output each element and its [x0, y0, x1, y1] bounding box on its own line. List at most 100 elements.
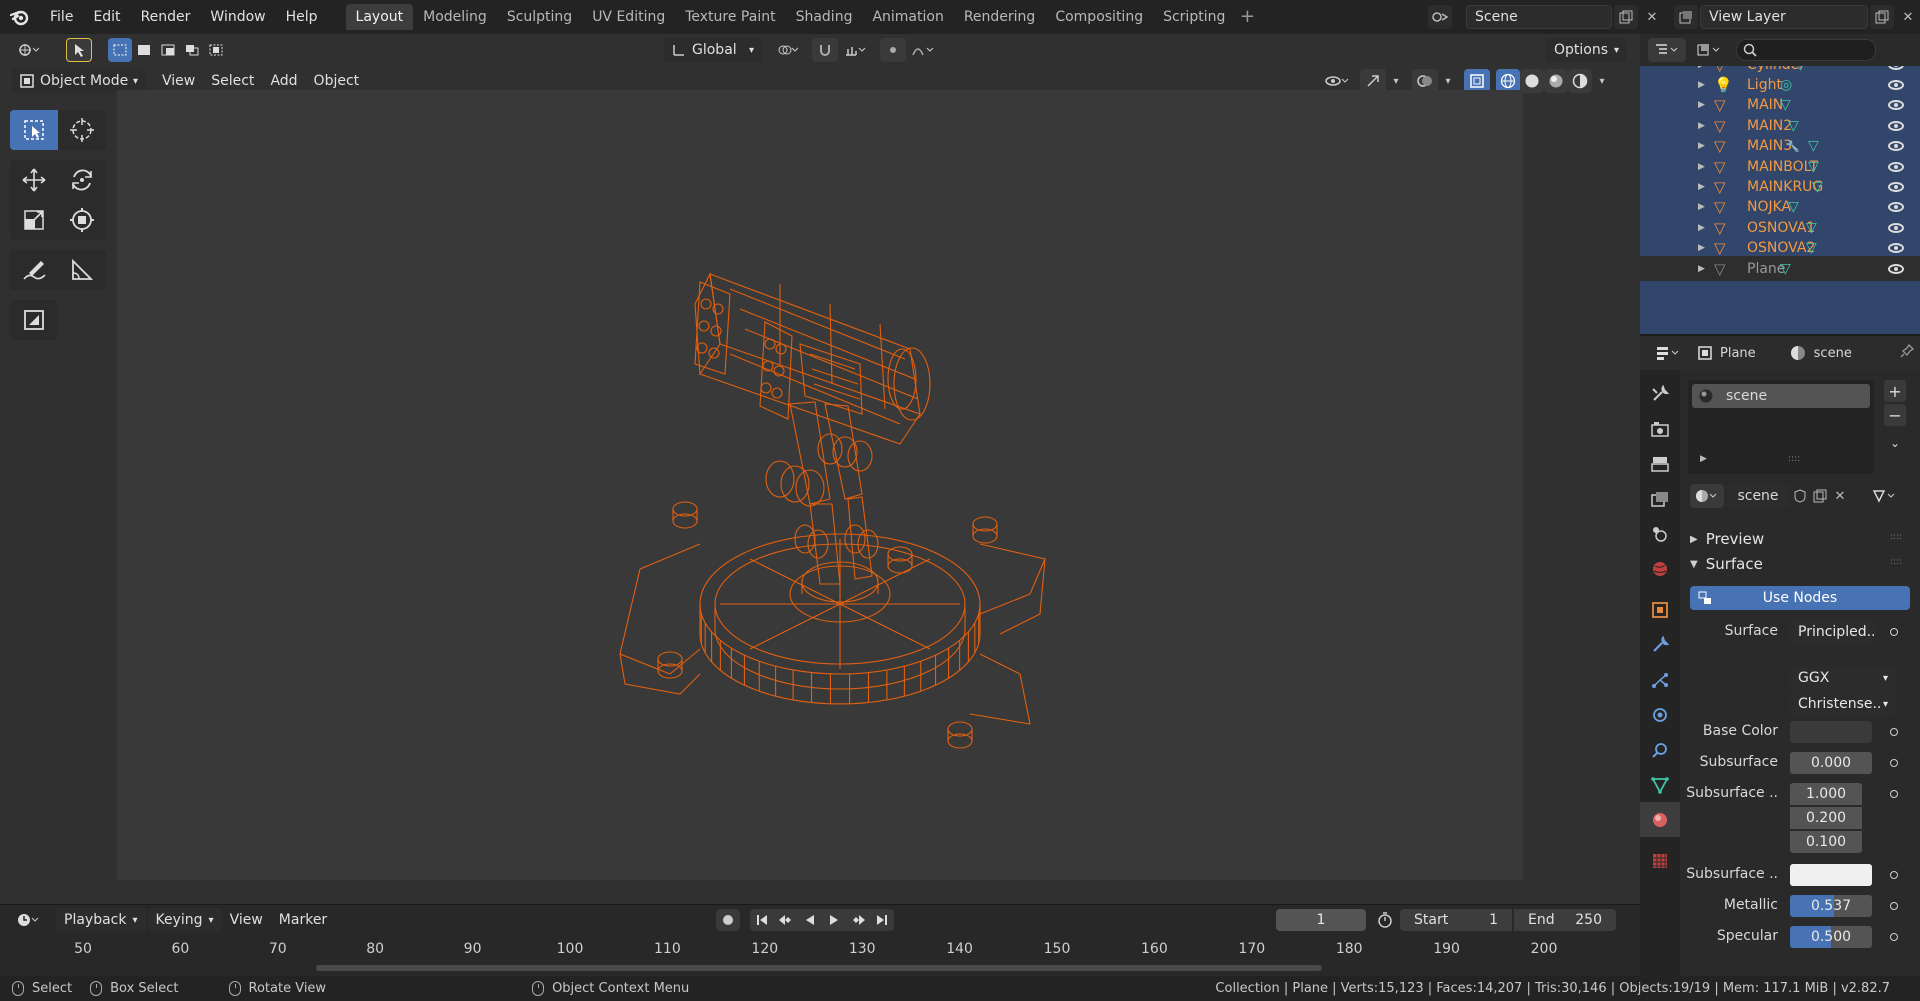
current-frame-field[interactable]: 1 — [1276, 909, 1366, 931]
menu-edit[interactable]: Edit — [83, 0, 130, 34]
use-nodes-button[interactable]: Use Nodes — [1690, 586, 1910, 610]
play-icon[interactable] — [822, 909, 846, 931]
playback-menu[interactable]: Playback ▾ — [56, 908, 146, 932]
visibility-eye-icon[interactable] — [1888, 161, 1904, 172]
scale-tool-icon[interactable] — [10, 200, 58, 240]
visibility-eye-icon[interactable] — [1888, 181, 1904, 192]
snap-toggle-icon[interactable] — [812, 38, 838, 62]
expand-arrow-icon[interactable]: ▶ — [1698, 182, 1705, 192]
timeline-scrollbar[interactable] — [316, 965, 1322, 971]
tab-compositing[interactable]: Compositing — [1045, 4, 1153, 30]
texture-tab-icon[interactable] — [1640, 843, 1680, 878]
expand-arrow-icon[interactable]: ▶ — [1700, 454, 1707, 464]
chevron-down-icon[interactable]: ▾ — [1592, 69, 1612, 93]
material-name-field[interactable]: scene — [1726, 485, 1790, 507]
mesh-data-icon[interactable]: ▽ — [1806, 240, 1817, 256]
outliner-editor-type-icon[interactable] — [1648, 38, 1686, 62]
measure-tool-icon[interactable] — [58, 250, 106, 290]
output-tab-icon[interactable] — [1640, 446, 1680, 481]
physics-tab-icon[interactable] — [1640, 697, 1680, 732]
options-dropdown[interactable]: Options ▾ — [1546, 38, 1628, 62]
visibility-eye-icon[interactable] — [1888, 79, 1904, 90]
blender-logo-icon[interactable] — [0, 0, 40, 34]
solid-shading-icon[interactable] — [1520, 69, 1544, 93]
scene-name-field[interactable]: Scene — [1466, 5, 1612, 29]
link-type-icon[interactable] — [1868, 484, 1902, 508]
display-mode-icon[interactable] — [1690, 38, 1728, 62]
modifier-icon[interactable]: 🔧 — [1786, 140, 1800, 153]
subsurface-radius-z-field[interactable]: 0.100 — [1790, 831, 1862, 853]
material-slot-item[interactable]: scene — [1692, 384, 1870, 408]
menu-file[interactable]: File — [40, 0, 83, 34]
subsurface-socket-icon[interactable] — [1886, 755, 1902, 771]
expand-arrow-icon[interactable]: ▶ — [1698, 66, 1705, 70]
start-frame-field[interactable]: Start 1 — [1400, 909, 1512, 931]
material-tab-icon[interactable] — [1640, 802, 1680, 837]
select-intersect-icon[interactable] — [204, 38, 228, 62]
expand-arrow-icon[interactable]: ▶ — [1698, 243, 1705, 253]
new-scene-icon[interactable] — [1614, 5, 1638, 29]
tab-layout[interactable]: Layout — [345, 4, 414, 30]
mesh-data-icon[interactable]: ▽ — [1780, 261, 1791, 277]
menu-render[interactable]: Render — [131, 0, 201, 34]
mesh-data-icon[interactable]: ▽ — [1808, 138, 1819, 154]
select-difference-icon[interactable] — [180, 38, 204, 62]
scene-tab-icon[interactable] — [1640, 516, 1680, 551]
subsurface-color-swatch[interactable] — [1790, 864, 1872, 886]
visibility-eye-icon[interactable] — [1888, 263, 1904, 274]
expand-arrow-icon[interactable]: ▶ — [1698, 162, 1705, 172]
menu-window[interactable]: Window — [200, 0, 275, 34]
specular-slider[interactable]: 0.500 — [1790, 926, 1872, 948]
proportional-falloff-icon[interactable] — [906, 38, 940, 62]
view-layer-tab-icon[interactable] — [1640, 481, 1680, 516]
tab-texture-paint[interactable]: Texture Paint — [675, 4, 785, 30]
render-tab-icon[interactable] — [1640, 411, 1680, 446]
annotate-tool-icon[interactable] — [10, 250, 58, 290]
metallic-socket-icon[interactable] — [1886, 898, 1902, 914]
mesh-data-icon[interactable]: ▽ — [1812, 179, 1823, 195]
mesh-data-icon[interactable]: ▽ — [1780, 97, 1791, 113]
select-extend-icon[interactable] — [132, 38, 156, 62]
move-tool-icon[interactable] — [10, 160, 58, 200]
constraints-tab-icon[interactable] — [1640, 732, 1680, 767]
box-select-tool-icon[interactable] — [10, 110, 58, 150]
select-tool-icon[interactable] — [66, 38, 92, 62]
unlink-material-icon[interactable]: ✕ — [1830, 484, 1850, 508]
remove-material-slot-button[interactable]: − — [1884, 404, 1906, 426]
tab-uv-editing[interactable]: UV Editing — [582, 4, 675, 30]
expand-arrow-icon[interactable]: ▶ — [1698, 100, 1705, 110]
visibility-eye-icon[interactable] — [1888, 120, 1904, 131]
tab-rendering[interactable]: Rendering — [954, 4, 1046, 30]
delete-scene-icon[interactable]: ✕ — [1640, 5, 1664, 29]
proportional-editing-icon[interactable] — [880, 38, 906, 62]
editor-type-icon[interactable] — [10, 38, 46, 62]
expand-arrow-icon[interactable]: ▶ — [1698, 141, 1705, 151]
mesh-data-icon[interactable]: ▽ — [1806, 220, 1817, 236]
view-layer-browse-icon[interactable] — [1674, 5, 1698, 29]
timeline-view-menu[interactable]: View — [222, 908, 271, 932]
fake-user-shield-icon[interactable] — [1790, 484, 1810, 508]
visibility-eye-icon[interactable] — [1888, 141, 1904, 152]
expand-arrow-icon[interactable]: ▶ — [1698, 80, 1705, 90]
duplicate-material-icon[interactable] — [1810, 484, 1830, 508]
slot-specials-chevron-icon[interactable]: ⌄ — [1884, 432, 1906, 454]
pivot-point-icon[interactable] — [770, 38, 806, 62]
timeline-editor-type-icon[interactable] — [10, 908, 46, 932]
resize-handle-icon[interactable]: :::: — [1788, 454, 1800, 464]
drag-handle-icon[interactable]: :::: — [1890, 557, 1902, 567]
end-frame-field[interactable]: End 250 — [1514, 909, 1616, 931]
jump-to-end-icon[interactable] — [870, 909, 894, 931]
drag-handle-icon[interactable]: :::: — [1890, 532, 1902, 542]
tab-animation[interactable]: Animation — [862, 4, 953, 30]
material-shading-icon[interactable] — [1544, 69, 1568, 93]
expand-arrow-icon[interactable]: ▶ — [1698, 202, 1705, 212]
expand-arrow-icon[interactable]: ▶ — [1698, 223, 1705, 233]
outliner-item[interactable]: ▶ ▽ Plane ▽ — [1640, 256, 1920, 281]
preview-panel-header[interactable]: ▶ Preview — [1690, 530, 1764, 548]
play-reverse-icon[interactable] — [798, 909, 822, 931]
surface-shader-field[interactable]: Principled.. — [1790, 621, 1876, 643]
surface-panel-header[interactable]: ▼ Surface — [1690, 555, 1763, 573]
select-subtract-icon[interactable] — [156, 38, 180, 62]
base-color-socket-icon[interactable] — [1886, 724, 1902, 740]
light-data-icon[interactable]: ◎ — [1780, 77, 1792, 93]
